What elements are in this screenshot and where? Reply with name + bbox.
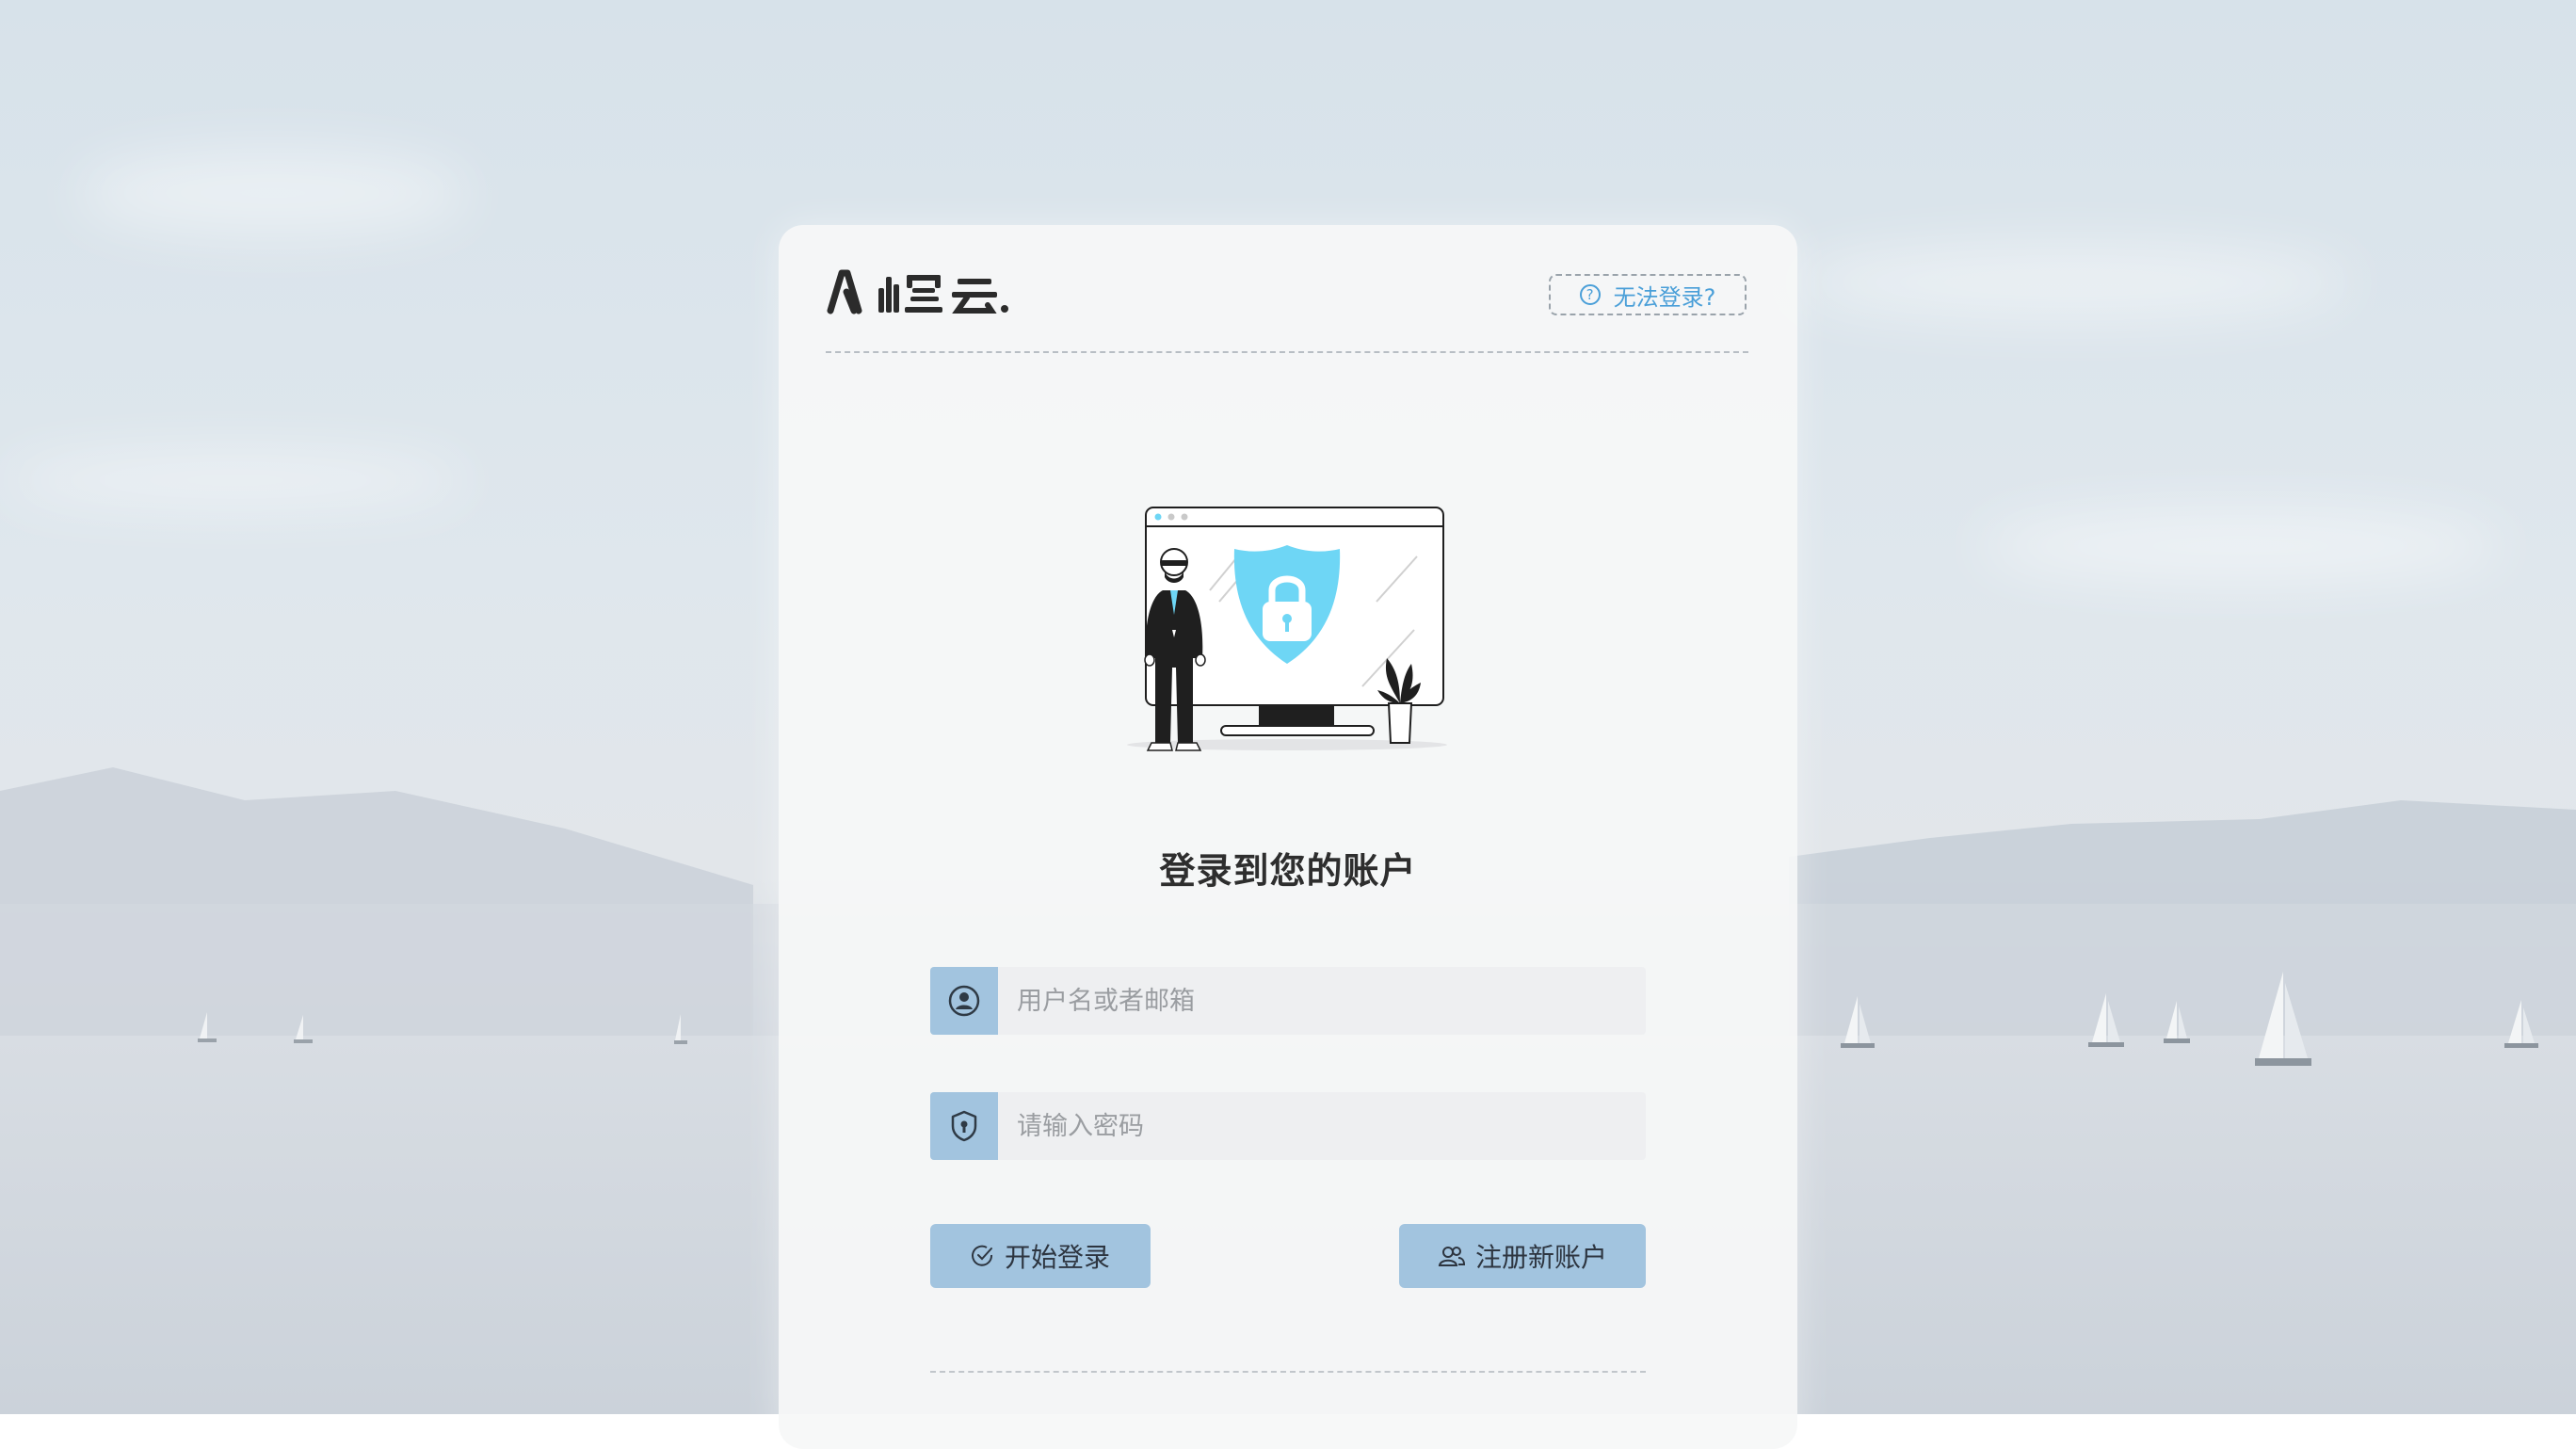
register-button-label: 注册新账户 — [1474, 1242, 1607, 1273]
password-field — [930, 1092, 1646, 1160]
login-button[interactable]: 开始登录 — [930, 1224, 1151, 1288]
cannot-login-link[interactable]: ? 无法登录? — [1549, 274, 1747, 315]
login-button-label: 开始登录 — [1004, 1242, 1110, 1273]
username-input[interactable] — [998, 967, 1646, 1035]
header-divider — [826, 351, 1748, 353]
security-illustration — [1127, 507, 1447, 751]
login-title: 登录到您的账户 — [1159, 850, 1417, 892]
user-circle-icon — [930, 967, 998, 1035]
shield-keyhole-icon — [930, 1092, 998, 1160]
check-circle-icon — [972, 1245, 992, 1266]
footer-divider — [930, 1371, 1646, 1373]
password-input[interactable] — [998, 1092, 1646, 1160]
users-icon — [1438, 1247, 1465, 1266]
register-button[interactable]: 注册新账户 — [1399, 1224, 1646, 1288]
username-field — [930, 967, 1646, 1035]
login-card: ? 无法登录? 登录到您的账户 用户名或者邮箱 开始登录 注册新账户 — [779, 225, 1797, 1449]
cannot-login-label: 无法登录? — [1613, 283, 1716, 311]
question-circle-icon: ? — [1579, 284, 1601, 305]
brand-logo — [827, 269, 1008, 314]
